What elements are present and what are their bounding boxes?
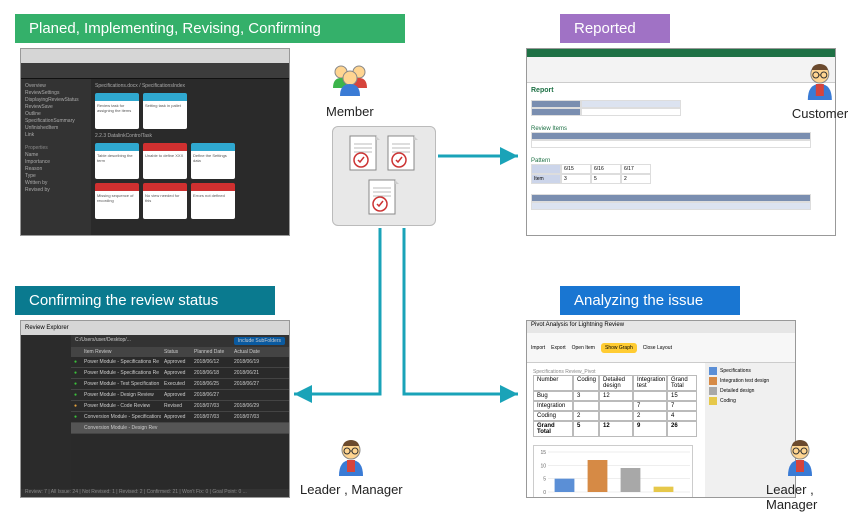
person-glasses-icon: [329, 436, 373, 480]
svg-text:15: 15: [540, 450, 546, 456]
review-app-sidebar: Overview ReviewSettings DisplayingReview…: [21, 79, 91, 236]
arrow-to-analyzing: [400, 226, 530, 406]
svg-text:5: 5: [543, 477, 546, 483]
people-group-icon: [328, 58, 372, 102]
person-glasses-icon: [798, 60, 842, 104]
document-check-icon: [348, 134, 382, 174]
member-label: Member: [326, 104, 374, 119]
leader-manager-label: Leader , Manager: [766, 482, 834, 512]
label-confirming: Confirming the review status: [15, 286, 275, 315]
label-reported: Reported: [560, 14, 670, 43]
member-icon: Member: [326, 58, 374, 119]
excel-report-screenshot: Report Review Items Pattern 6/15: [526, 48, 836, 236]
leader-manager-left-icon: Leader , Manager: [300, 436, 403, 497]
pivot-bar-chart: 051015CodingDetailed designIntegration t…: [533, 445, 693, 498]
customer-icon: Customer: [792, 60, 848, 121]
review-app-cards: Specifications.docx / SpecificationsInde…: [91, 79, 289, 236]
pivot-analysis-screenshot: Pivot Analysis for Lightning Review Impo…: [526, 320, 796, 498]
review-explorer-screenshot: Review Explorer C:/Users/user/Desktop/..…: [20, 320, 290, 498]
document-check-icon: [367, 178, 401, 218]
arrow-to-confirming: [280, 226, 400, 406]
person-glasses-icon: [778, 436, 822, 480]
label-planning: Planed, Implementing, Revising, Confirmi…: [15, 14, 405, 43]
customer-label: Customer: [792, 106, 848, 121]
review-app-screenshot: Overview ReviewSettings DisplayingReview…: [20, 48, 290, 236]
svg-text:0: 0: [543, 490, 546, 496]
leader-manager-right-icon: Leader , Manager: [766, 436, 834, 512]
documents-stack: [332, 126, 436, 226]
arrow-to-reported: [436, 144, 526, 168]
document-check-icon: [386, 134, 420, 174]
svg-text:10: 10: [540, 463, 546, 469]
leader-manager-label: Leader , Manager: [300, 482, 403, 497]
label-analyzing: Analyzing the issue: [560, 286, 740, 315]
